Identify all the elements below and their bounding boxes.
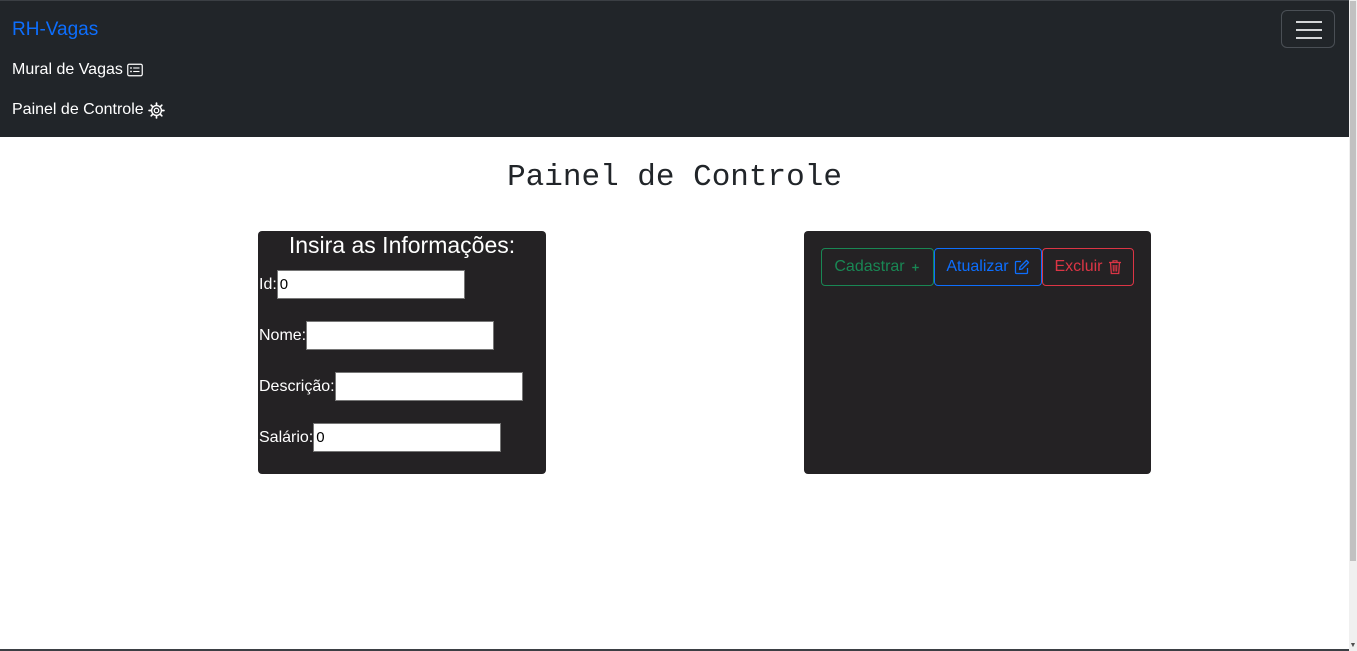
nome-label: Nome: (259, 326, 307, 344)
navbar-toggler-button[interactable] (1281, 10, 1335, 48)
cadastrar-label: Cadastrar (834, 258, 905, 275)
card-list-icon (127, 62, 144, 79)
id-field-row: Id: (259, 270, 465, 299)
nav-link-label: Painel de Controle (12, 101, 144, 118)
nav-link-painel-de-controle[interactable]: Painel de Controle (12, 101, 165, 119)
excluir-label: Excluir (1054, 258, 1103, 275)
gear-icon (147, 101, 165, 119)
form-heading: Insira as Informações: (288, 232, 516, 258)
scrollbar-thumb[interactable] (1350, 1, 1356, 561)
plus-icon (910, 262, 921, 273)
descricao-input[interactable] (334, 372, 523, 401)
nav-link-label: Mural de Vagas (12, 61, 123, 78)
atualizar-label: Atualizar (946, 258, 1009, 275)
scroll-down-arrow-icon[interactable]: ▼ (1349, 641, 1357, 651)
salario-input[interactable] (313, 423, 502, 452)
nav-link-mural-de-vagas[interactable]: Mural de Vagas (12, 61, 144, 79)
hamburger-menu-icon-bar (1296, 37, 1322, 39)
cadastrar-button[interactable]: Cadastrar (821, 248, 934, 286)
pencil-square-icon (1014, 259, 1030, 275)
id-label: Id: (259, 275, 277, 293)
hamburger-menu-icon-bar (1296, 29, 1322, 31)
descricao-field-row: Descrição: (259, 372, 523, 401)
id-input[interactable] (276, 270, 465, 299)
page-title: Painel de Controle (507, 160, 842, 195)
atualizar-button[interactable]: Atualizar (934, 248, 1042, 286)
excluir-button[interactable]: Excluir (1042, 248, 1134, 286)
brand-link[interactable]: RH-Vagas (12, 19, 98, 41)
hamburger-menu-icon (1296, 21, 1322, 23)
salario-label: Salário: (259, 428, 314, 446)
trash-icon (1108, 259, 1122, 275)
vertical-scrollbar[interactable]: ▼ (1349, 0, 1357, 651)
salario-field-row: Salário: (259, 423, 502, 452)
navbar: RH-Vagas Mural de Vagas Painel de Contro… (0, 1, 1349, 137)
nome-input[interactable] (306, 321, 495, 350)
actions-panel: Cadastrar Atualizar Excluir (804, 231, 1151, 474)
descricao-label: Descrição: (259, 377, 335, 395)
nome-field-row: Nome: (259, 321, 495, 350)
